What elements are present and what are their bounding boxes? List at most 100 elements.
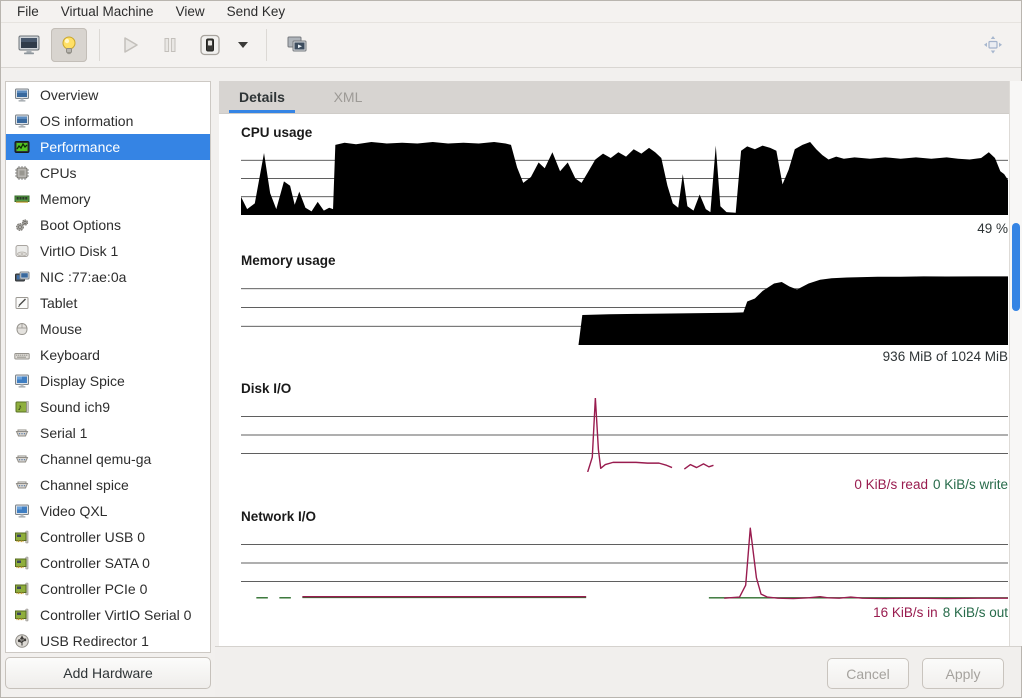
sidebar-item-label: Sound ich9 <box>40 399 110 415</box>
serial-port-icon <box>14 477 30 493</box>
sidebar-item-performance[interactable]: Performance <box>6 134 210 160</box>
sidebar-item-label: Memory <box>40 191 91 207</box>
sidebar-item-boot-options[interactable]: Boot Options <box>6 212 210 238</box>
disk-label-part: 0 KiB/s write <box>933 477 1008 492</box>
sidebar-item-serial-1[interactable]: Serial 1 <box>6 420 210 446</box>
details-pane: DetailsXML CPU usage49 %Memory usage936 … <box>219 81 1009 646</box>
virt-manager-window: FileVirtual MachineViewSend Key Overview… <box>0 0 1022 698</box>
toolbar-pause-button[interactable] <box>152 28 188 62</box>
tablet-icon <box>14 295 30 311</box>
network-label-part: 8 KiB/s out <box>943 605 1008 620</box>
serial-port-icon <box>14 425 30 441</box>
dual-monitor-icon <box>285 33 309 57</box>
toolbar <box>1 23 1021 68</box>
usb-icon <box>14 633 30 649</box>
sound-card-icon: ♪ <box>14 399 30 415</box>
disk-chart-title: Disk I/O <box>241 381 291 396</box>
hardware-list: Overview OS information Performance CPUs Mem… <box>5 81 211 653</box>
sidebar-item-label: Display Spice <box>40 373 125 389</box>
disk-icon <box>14 243 30 259</box>
serial-port-icon <box>14 451 30 467</box>
sidebar-item-os-information[interactable]: OS information <box>6 108 210 134</box>
network-chart <box>241 526 1008 600</box>
cpu-chip-icon <box>14 165 30 181</box>
vertical-scrollbar[interactable] <box>1009 81 1022 646</box>
cpu-chart-title: CPU usage <box>241 125 312 140</box>
scrollbar-thumb[interactable] <box>1012 223 1020 311</box>
lightbulb-icon <box>57 33 81 57</box>
toolbar-shutdown-button[interactable] <box>192 28 228 62</box>
svg-text:♪: ♪ <box>18 402 23 412</box>
sidebar-item-cpus[interactable]: CPUs <box>6 160 210 186</box>
sidebar-item-label: USB Redirector 1 <box>40 633 149 649</box>
tab-xml[interactable]: XML <box>305 81 391 113</box>
network-chart-value-label: 16 KiB/s in 8 KiB/s out <box>241 605 1008 620</box>
console-monitor-icon <box>17 33 41 57</box>
apply-button[interactable]: Apply <box>922 658 1004 689</box>
sidebar-item-mouse[interactable]: Mouse <box>6 316 210 342</box>
sidebar-item-label: Controller PCIe 0 <box>40 581 147 597</box>
sidebar-item-label: Video QXL <box>40 503 107 519</box>
sidebar-item-nic-77-ae-0a[interactable]: NIC :77:ae:0a <box>6 264 210 290</box>
sidebar-item-tablet[interactable]: Tablet <box>6 290 210 316</box>
sidebar-item-label: Performance <box>40 139 120 155</box>
display-icon <box>14 503 30 519</box>
cancel-button[interactable]: Cancel <box>827 658 909 689</box>
sidebar-item-channel-qemu-ga[interactable]: Channel qemu-ga <box>6 446 210 472</box>
sidebar-item-video-qxl[interactable]: Video QXL <box>6 498 210 524</box>
toolbar-graphical-console-button[interactable] <box>11 28 47 62</box>
sidebar-item-controller-usb-0[interactable]: Controller USB 0 <box>6 524 210 550</box>
toolbar-console-view-button[interactable] <box>279 28 315 62</box>
cpu-label-part: 49 % <box>977 221 1008 236</box>
sidebar-item-channel-spice[interactable]: Channel spice <box>6 472 210 498</box>
network-label-part: 16 KiB/s in <box>873 605 938 620</box>
gears-icon <box>14 217 30 233</box>
sidebar-item-label: VirtIO Disk 1 <box>40 243 118 259</box>
memory-stick-icon <box>14 191 30 207</box>
pci-card-icon <box>14 607 30 623</box>
tab-details[interactable]: Details <box>219 81 305 113</box>
sidebar-item-label: CPUs <box>40 165 77 181</box>
sidebar-item-display-spice[interactable]: Display Spice <box>6 368 210 394</box>
memory-chart-value-label: 936 MiB of 1024 MiB <box>241 349 1008 364</box>
sidebar-item-label: Channel spice <box>40 477 129 493</box>
sidebar-item-label: Controller SATA 0 <box>40 555 150 571</box>
pci-card-icon <box>14 555 30 571</box>
disk-chart <box>241 398 1008 472</box>
sidebar-item-label: OS information <box>40 113 133 129</box>
pci-card-icon <box>14 529 30 545</box>
sidebar-item-label: Controller USB 0 <box>40 529 145 545</box>
sidebar-item-label: Channel qemu-ga <box>40 451 151 467</box>
disk-chart-value-label: 0 KiB/s read0 KiB/s write <box>241 477 1008 492</box>
sidebar-item-virtio-disk-1[interactable]: VirtIO Disk 1 <box>6 238 210 264</box>
footer-action-bar: Cancel Apply <box>215 646 1021 697</box>
menu-file[interactable]: File <box>6 2 50 22</box>
sidebar-item-label: Serial 1 <box>40 425 87 441</box>
sidebar-item-usb-redirector-1[interactable]: USB Redirector 1 <box>6 628 210 653</box>
menu-view[interactable]: View <box>165 2 216 22</box>
menu-virtual-machine[interactable]: Virtual Machine <box>50 2 165 22</box>
sidebar-item-label: Boot Options <box>40 217 121 233</box>
shutdown-icon <box>198 33 222 57</box>
sidebar-item-label: Overview <box>40 87 98 103</box>
memory-label-part: 936 MiB of 1024 MiB <box>883 349 1008 364</box>
display-icon <box>14 373 30 389</box>
toolbar-shutdown-menu-button[interactable] <box>232 28 254 62</box>
sidebar-item-controller-virtio-serial-0[interactable]: Controller VirtIO Serial 0 <box>6 602 210 628</box>
toolbar-run-button[interactable] <box>112 28 148 62</box>
sidebar-item-label: NIC :77:ae:0a <box>40 269 126 285</box>
sidebar-item-memory[interactable]: Memory <box>6 186 210 212</box>
sidebar-item-controller-sata-0[interactable]: Controller SATA 0 <box>6 550 210 576</box>
menu-send-key[interactable]: Send Key <box>216 2 297 22</box>
sidebar-item-overview[interactable]: Overview <box>6 82 210 108</box>
menubar: FileVirtual MachineViewSend Key <box>1 1 1021 23</box>
sidebar-item-keyboard[interactable]: Keyboard <box>6 342 210 368</box>
sidebar-item-sound-ich9[interactable]: ♪ Sound ich9 <box>6 394 210 420</box>
sidebar-item-controller-pcie-0[interactable]: Controller PCIe 0 <box>6 576 210 602</box>
sidebar-item-label: Controller VirtIO Serial 0 <box>40 607 191 623</box>
add-hardware-button[interactable]: Add Hardware <box>5 657 211 689</box>
toolbar-hardware-details-button[interactable] <box>51 28 87 62</box>
toolbar-fullscreen-button[interactable] <box>975 28 1011 62</box>
tab-bar: DetailsXML <box>219 81 1009 114</box>
toolbar-separator <box>99 29 100 61</box>
